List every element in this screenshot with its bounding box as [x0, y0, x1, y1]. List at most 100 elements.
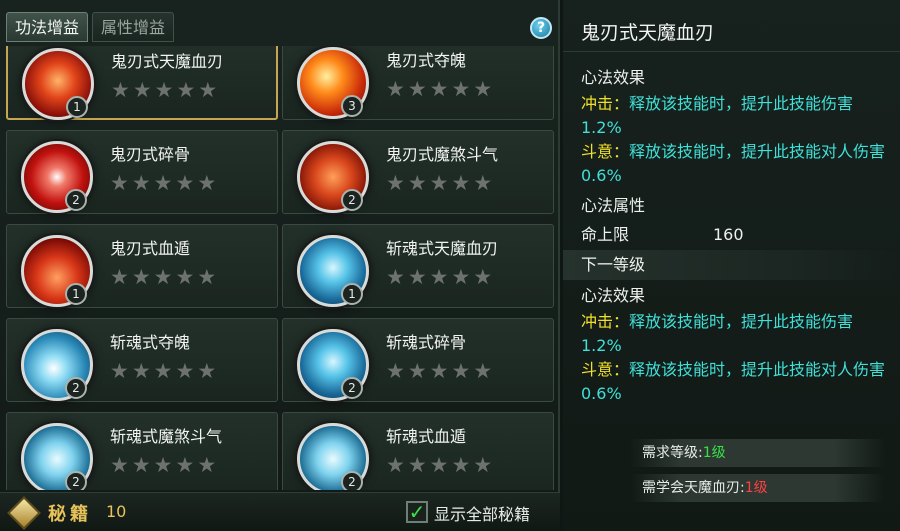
star-icon: ★ — [451, 453, 471, 477]
attr-name: 命上限 — [581, 225, 630, 244]
star-rating: ★ ★ ★ ★ ★ — [110, 359, 216, 383]
skill-card[interactable]: 2 鬼刃式碎骨 ★ ★ ★ ★ ★ — [6, 130, 278, 214]
star-rating: ★ ★ ★ ★ ★ — [111, 78, 217, 102]
show-all-checkbox[interactable]: ✓ — [406, 501, 428, 523]
detail-body: 心法效果 冲击：释放该技能时，提升此技能伤害1.2% 斗意：释放该技能时，提升此… — [563, 64, 900, 406]
skill-list-panel: 功法增益 属性增益 ? 1 鬼刃式天魔血刃 ★ ★ ★ ★ ★ 3 鬼刃式夺魄 ★ ★ ★ ★ ★ 2 鬼刃式… — [0, 0, 560, 531]
current-effect-2: 斗意：释放该技能时，提升此技能对人伤害0.6% — [581, 140, 893, 188]
skill-level-badge: 2 — [65, 471, 87, 490]
star-icon: ★ — [451, 265, 471, 289]
star-rating: ★ ★ ★ ★ ★ — [386, 265, 492, 289]
skill-level-badge: 1 — [66, 96, 88, 118]
req-label: 需求等级: — [642, 445, 703, 461]
skill-card[interactable]: 1 鬼刃式血遁 ★ ★ ★ ★ ★ — [6, 224, 278, 308]
requirement-skill: 需学会天魔血刃:1级 — [630, 474, 885, 502]
skill-card[interactable]: 1 斩魂式天魔血刃 ★ ★ ★ ★ ★ — [282, 224, 554, 308]
next-effect-2: 斗意：释放该技能时，提升此技能对人伤害0.6% — [581, 358, 893, 406]
skill-card[interactable]: 2 斩魂式血遁 ★ ★ ★ ★ ★ — [282, 412, 554, 490]
star-icon: ★ — [153, 171, 173, 195]
skill-name: 斩魂式魔煞斗气 — [110, 427, 223, 446]
skill-name: 斩魂式天魔血刃 — [386, 239, 499, 258]
star-icon: ★ — [451, 359, 471, 383]
star-rating: ★ ★ ★ ★ ★ — [110, 171, 216, 195]
star-rating: ★ ★ ★ ★ ★ — [386, 77, 492, 101]
star-icon: ★ — [153, 265, 173, 289]
attr-row-hp: 命上限 160 — [581, 220, 893, 250]
star-icon: ★ — [198, 78, 218, 102]
skill-card[interactable]: 1 鬼刃式天魔血刃 ★ ★ ★ ★ ★ — [6, 46, 278, 120]
skill-grid[interactable]: 1 鬼刃式天魔血刃 ★ ★ ★ ★ ★ 3 鬼刃式夺魄 ★ ★ ★ ★ ★ 2 鬼刃式碎骨 ★ ★ ★ ★ ★ 2 鬼刃式魔… — [6, 46, 556, 490]
skill-name: 斩魂式夺魄 — [110, 333, 191, 352]
star-icon: ★ — [429, 265, 449, 289]
star-rating: ★ ★ ★ ★ ★ — [110, 265, 216, 289]
tab-skill-bonus[interactable]: 功法增益 — [6, 12, 89, 42]
star-icon: ★ — [407, 453, 427, 477]
star-icon: ★ — [175, 171, 195, 195]
star-rating: ★ ★ ★ ★ ★ — [386, 359, 492, 383]
star-rating: ★ ★ ★ ★ ★ — [110, 453, 216, 477]
effect-key: 斗意： — [581, 360, 630, 379]
requirement-level: 需求等级:1级 — [630, 439, 885, 467]
star-icon: ★ — [386, 265, 405, 289]
star-icon: ★ — [473, 171, 493, 195]
skill-name: 鬼刃式天魔血刃 — [111, 52, 224, 71]
next-level-header: 下一等级 — [563, 250, 900, 280]
skill-card[interactable]: 2 鬼刃式魔煞斗气 ★ ★ ★ ★ ★ — [282, 130, 554, 214]
star-icon: ★ — [473, 359, 493, 383]
skill-card[interactable]: 2 斩魂式碎骨 ★ ★ ★ ★ ★ — [282, 318, 554, 402]
star-icon: ★ — [197, 171, 217, 195]
star-icon: ★ — [110, 171, 129, 195]
star-icon: ★ — [451, 171, 471, 195]
star-icon: ★ — [197, 359, 217, 383]
star-icon: ★ — [197, 265, 217, 289]
star-icon: ★ — [110, 265, 129, 289]
star-icon: ★ — [131, 171, 151, 195]
star-icon: ★ — [176, 78, 196, 102]
star-icon: ★ — [131, 453, 151, 477]
skill-level-badge: 3 — [341, 95, 363, 117]
attr-heading: 心法属性 — [581, 196, 646, 215]
star-icon: ★ — [429, 359, 449, 383]
star-icon: ★ — [407, 77, 427, 101]
effect-key: 斗意： — [581, 142, 630, 161]
star-icon: ★ — [429, 453, 449, 477]
req-label: 需学会天魔血刃: — [642, 480, 745, 496]
star-icon: ★ — [153, 453, 173, 477]
star-icon: ★ — [407, 359, 427, 383]
skill-level-badge: 2 — [341, 377, 363, 399]
star-icon: ★ — [111, 78, 130, 102]
skill-level-badge: 1 — [341, 283, 363, 305]
bottom-bar: 秘籍 10 ✓ 显示全部秘籍 — [0, 492, 560, 531]
current-effect-heading: 心法效果 — [581, 68, 646, 87]
star-icon: ★ — [473, 453, 493, 477]
skill-name: 斩魂式碎骨 — [386, 333, 467, 352]
skill-level-badge: 2 — [341, 189, 363, 211]
attr-value: 160 — [713, 225, 744, 244]
next-effect-1: 冲击：释放该技能时，提升此技能伤害1.2% — [581, 310, 893, 358]
help-icon[interactable]: ? — [530, 17, 552, 39]
skill-card[interactable]: 2 斩魂式夺魄 ★ ★ ★ ★ ★ — [6, 318, 278, 402]
star-icon: ★ — [110, 359, 129, 383]
effect-key: 冲击： — [581, 312, 630, 331]
star-icon: ★ — [451, 77, 471, 101]
current-effect-1: 冲击：释放该技能时，提升此技能伤害1.2% — [581, 92, 893, 140]
show-all-label[interactable]: 显示全部秘籍 — [434, 501, 530, 525]
star-icon: ★ — [407, 265, 427, 289]
skill-card[interactable]: 3 鬼刃式夺魄 ★ ★ ★ ★ ★ — [282, 46, 554, 120]
next-effect-heading: 心法效果 — [581, 286, 646, 305]
star-icon: ★ — [197, 453, 217, 477]
skill-name: 鬼刃式魔煞斗气 — [386, 145, 499, 164]
star-icon: ★ — [153, 359, 173, 383]
req-value: 1级 — [702, 445, 726, 461]
star-icon: ★ — [175, 359, 195, 383]
skill-card[interactable]: 2 斩魂式魔煞斗气 ★ ★ ★ ★ ★ — [6, 412, 278, 490]
tab-attribute-bonus[interactable]: 属性增益 — [92, 12, 175, 42]
star-icon: ★ — [473, 77, 493, 101]
tab-bar: 功法增益 属性增益 — [6, 12, 175, 42]
skill-level-badge: 1 — [65, 283, 87, 305]
skill-level-badge: 2 — [341, 471, 363, 490]
star-icon: ★ — [175, 453, 195, 477]
star-icon: ★ — [429, 77, 449, 101]
req-value: 1级 — [744, 480, 768, 496]
star-icon: ★ — [132, 78, 152, 102]
